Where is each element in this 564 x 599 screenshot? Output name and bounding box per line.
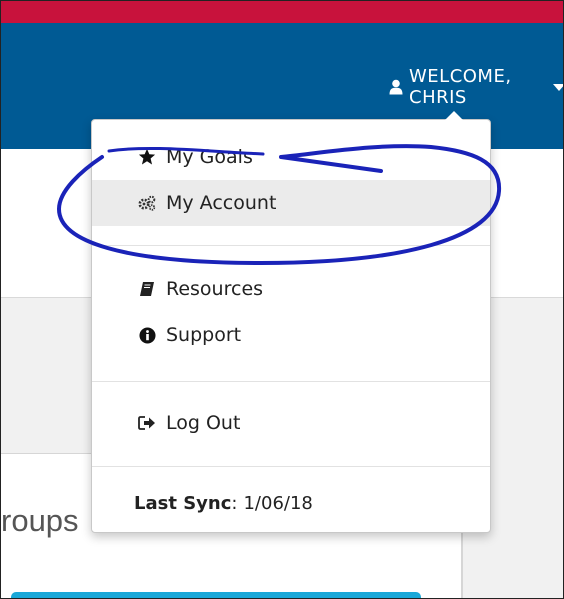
menu-item-label: Log Out	[166, 412, 241, 434]
dropdown-pointer	[445, 111, 463, 120]
last-sync-info: Last Sync: 1/06/18	[134, 493, 313, 514]
groups-action-bar[interactable]	[11, 592, 421, 598]
user-dropdown-menu: My Goals My Account Resources Support Lo…	[91, 111, 491, 533]
menu-divider	[92, 245, 490, 246]
menu-item-label: My Account	[166, 192, 277, 214]
top-accent-stripe	[1, 1, 563, 23]
menu-item-my-goals[interactable]: My Goals	[92, 134, 490, 180]
last-sync-label: Last Sync	[134, 493, 232, 514]
screenshot-frame: WELCOME, CHRIS roups My Goals My Account…	[0, 0, 564, 599]
menu-item-label: Resources	[166, 278, 264, 300]
page-background-left	[1, 149, 91, 297]
groups-heading: roups	[1, 503, 79, 538]
star-icon	[138, 148, 156, 166]
gears-icon	[138, 194, 156, 212]
menu-item-resources[interactable]: Resources	[92, 266, 490, 312]
sign-out-icon	[138, 414, 156, 432]
user-menu-toggle[interactable]: WELCOME, CHRIS	[389, 66, 563, 108]
last-sync-value: 1/06/18	[243, 493, 313, 514]
welcome-label: WELCOME, CHRIS	[409, 66, 512, 108]
menu-item-my-account[interactable]: My Account	[92, 180, 490, 226]
user-icon	[389, 79, 403, 95]
info-icon	[138, 326, 156, 344]
menu-item-support[interactable]: Support	[92, 312, 490, 358]
menu-item-label: Support	[166, 324, 242, 346]
book-icon	[138, 280, 156, 298]
menu-divider	[92, 381, 490, 382]
menu-item-label: My Goals	[166, 146, 253, 168]
chevron-down-icon	[553, 83, 563, 91]
menu-item-log-out[interactable]: Log Out	[92, 400, 490, 446]
menu-divider	[92, 466, 490, 467]
